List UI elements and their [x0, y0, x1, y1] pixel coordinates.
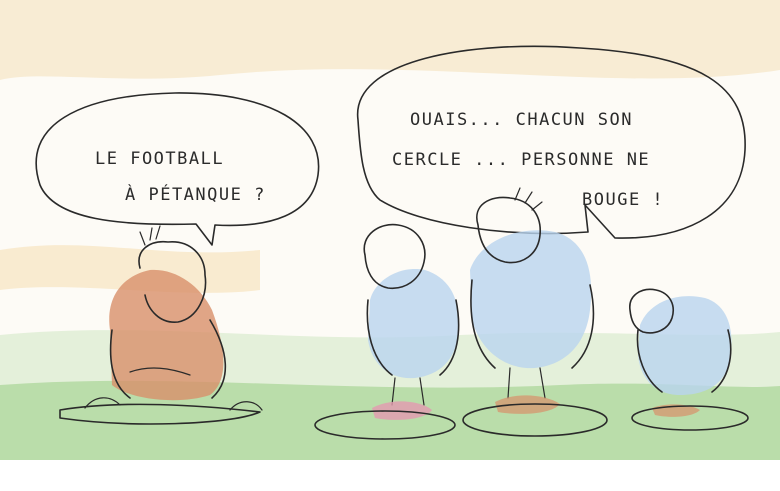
bottom-margin — [0, 460, 780, 491]
cartoon-illustration: LE FOOTBALL À PÉTANQUE ? OUAIS... CHACUN… — [0, 0, 780, 491]
bubble-left-line2: À PÉTANQUE ? — [125, 183, 266, 205]
bubble-left-line1: LE FOOTBALL — [95, 149, 224, 169]
grass-field — [0, 380, 780, 460]
bubble-right-line2: CERCLE ... PERSONNE NE — [392, 150, 650, 170]
bubble-right-line1: OUAIS... CHACUN SON — [410, 110, 633, 130]
bubble-right-line3: BOUGE ! — [582, 190, 664, 210]
sky-wash — [0, 0, 780, 80]
